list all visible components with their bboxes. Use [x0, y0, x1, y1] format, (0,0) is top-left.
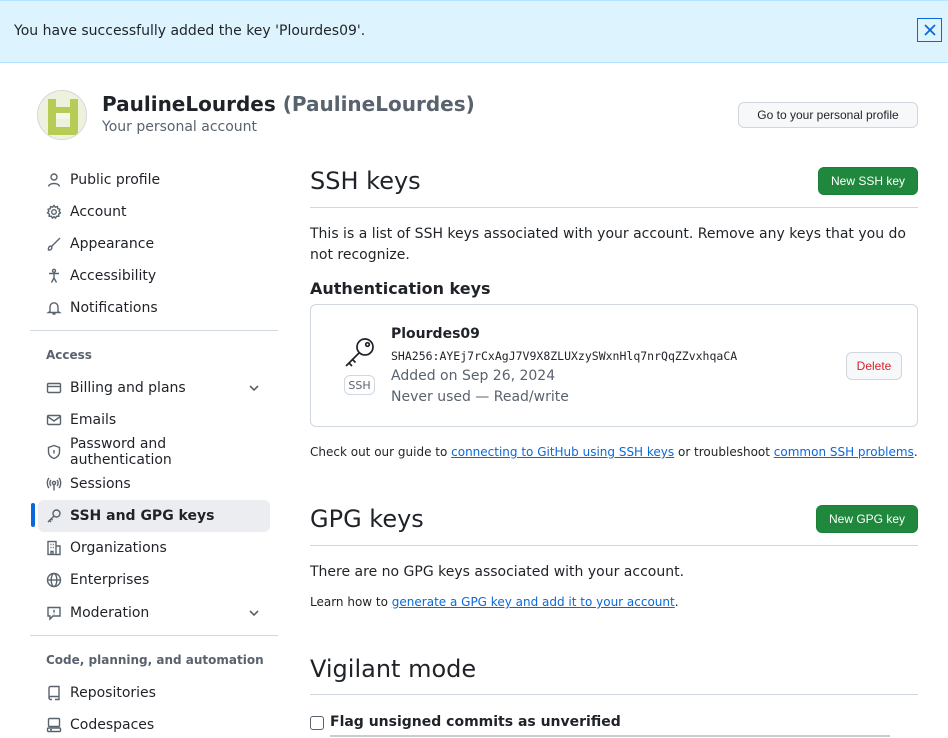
flash-close-button[interactable]: [917, 18, 942, 42]
go-to-profile-button[interactable]: Go to your personal profile: [738, 102, 918, 128]
sidebar-item-label: Codespaces: [70, 717, 155, 733]
ssh-key-item: SSH Plourdes09 SHA256:AYEj7rCxAgJ7V9X8ZL…: [310, 304, 918, 427]
sidebar-item-accessibility[interactable]: Accessibility: [38, 260, 270, 292]
sidebar-item-organizations[interactable]: Organizations: [38, 532, 270, 564]
sidebar-divider: [30, 635, 278, 636]
account-subtitle: Your personal account: [102, 119, 258, 135]
sidebar-item-notifications[interactable]: Notifications: [38, 292, 270, 324]
sidebar-item-appearance[interactable]: Appearance: [38, 228, 270, 260]
vigilant-mode-title: Vigilant mode: [310, 655, 477, 683]
sidebar-item-label: Account: [70, 204, 127, 220]
sidebar-item-codespaces[interactable]: Codespaces: [38, 709, 270, 738]
sidebar-item-label: Appearance: [70, 236, 155, 252]
sidebar-item-label: Repositories: [70, 685, 156, 701]
vigilant-mode-label[interactable]: Flag unsigned commits as unverified: [330, 714, 621, 730]
close-icon: [923, 24, 936, 36]
display-name: PaulineLourdes: [102, 92, 276, 116]
chevron-down-icon[interactable]: [246, 605, 262, 621]
sidebar-item-label: Public profile: [70, 172, 161, 188]
report-icon: [46, 605, 62, 621]
sidebar-item-billing[interactable]: Billing and plans: [38, 372, 270, 404]
sidebar-item-enterprises[interactable]: Enterprises: [38, 564, 270, 596]
key-title: Plourdes09: [391, 326, 480, 342]
key-icon: [343, 335, 377, 369]
guide-prefix: Check out our guide to: [310, 445, 452, 459]
accessibility-icon: [46, 268, 62, 284]
new-ssh-key-button[interactable]: New SSH key: [818, 167, 918, 195]
sidebar-item-label: Moderation: [70, 605, 150, 621]
broadcast-icon: [46, 476, 62, 492]
sidebar-item-label: SSH and GPG keys: [70, 508, 215, 524]
sidebar-divider: [30, 330, 278, 331]
section-divider: [310, 207, 918, 208]
section-divider: [310, 545, 918, 546]
mail-icon: [46, 412, 62, 428]
authentication-keys-heading: Authentication keys: [310, 279, 491, 298]
sidebar-item-label: Password and authentication: [70, 436, 172, 468]
key-fingerprint: SHA256:AYEj7rCxAgJ7V9X8ZLUXzySWxnHlq7nrQ…: [391, 349, 738, 363]
active-indicator: [31, 503, 35, 527]
user-login: (PaulineLourdes): [282, 92, 475, 116]
flash-message: You have successfully added the key 'Plo…: [14, 23, 366, 39]
ssh-guide-link[interactable]: connecting to GitHub using SSH keys: [451, 445, 674, 459]
paintbrush-icon: [46, 236, 62, 252]
organization-icon: [46, 540, 62, 556]
avatar[interactable]: [37, 90, 87, 140]
gpg-guide-link[interactable]: generate a GPG key and add it to your ac…: [392, 595, 675, 609]
shield-lock-icon: [46, 444, 62, 460]
vigilant-mode-description-cutoff: [330, 734, 890, 738]
bell-icon: [46, 300, 62, 316]
gpg-keys-title: GPG keys: [310, 505, 424, 533]
new-gpg-key-button[interactable]: New GPG key: [816, 505, 918, 533]
flash-banner: You have successfully added the key 'Plo…: [0, 0, 948, 63]
user-display-name: PaulineLourdes (PaulineLourdes): [102, 92, 475, 116]
key-icon: [46, 508, 62, 524]
guide-suffix: .: [913, 445, 918, 459]
ssh-guide-text: Check out our guide to connecting to Git…: [310, 445, 918, 459]
sidebar-item-label: Accessibility: [70, 268, 157, 284]
vigilant-mode-checkbox[interactable]: [310, 716, 324, 730]
learn-suffix: .: [674, 595, 679, 609]
gpg-learn-text: Learn how to generate a GPG key and add …: [310, 595, 679, 609]
sidebar-item-label: Organizations: [70, 540, 167, 556]
sidebar-item-label: Sessions: [70, 476, 131, 492]
sidebar-item-label: Enterprises: [70, 572, 150, 588]
gear-icon: [46, 204, 62, 220]
sidebar-item-sessions[interactable]: Sessions: [38, 468, 270, 500]
key-usage: Never used — Read/write: [391, 389, 569, 405]
key-added-date: Added on Sep 26, 2024: [391, 368, 556, 384]
sidebar-heading-access: Access: [46, 348, 92, 362]
ssh-description: This is a list of SSH keys associated wi…: [310, 226, 906, 263]
sidebar-item-password-authentication[interactable]: Password and authentication: [38, 436, 270, 468]
sidebar-item-moderation[interactable]: Moderation: [38, 597, 270, 629]
sidebar-item-account[interactable]: Account: [38, 196, 270, 228]
sidebar-item-public-profile[interactable]: Public profile: [38, 164, 270, 196]
globe-icon: [46, 572, 62, 588]
sidebar-item-label: Notifications: [70, 300, 158, 316]
sidebar-item-emails[interactable]: Emails: [38, 404, 270, 436]
guide-middle: or troubleshoot: [674, 445, 774, 459]
ssh-keys-title: SSH keys: [310, 167, 421, 195]
section-divider: [310, 694, 918, 695]
sidebar-item-ssh-gpg-keys[interactable]: SSH and GPG keys: [38, 500, 270, 532]
learn-prefix: Learn how to: [310, 595, 392, 609]
credit-card-icon: [46, 380, 62, 396]
codespaces-icon: [46, 717, 62, 733]
repo-icon: [46, 685, 62, 701]
key-type-badge: SSH: [344, 375, 375, 395]
delete-key-button[interactable]: Delete: [846, 352, 902, 380]
sidebar-item-label: Emails: [70, 412, 117, 428]
gpg-empty-message: There are no GPG keys associated with yo…: [310, 564, 685, 580]
ssh-troubleshoot-link[interactable]: common SSH problems: [774, 445, 914, 459]
sidebar-item-label: Billing and plans: [70, 380, 186, 396]
sidebar-item-repositories[interactable]: Repositories: [38, 677, 270, 709]
chevron-down-icon[interactable]: [246, 380, 262, 396]
sidebar-heading-code: Code, planning, and automation: [46, 653, 264, 667]
person-icon: [46, 172, 62, 188]
